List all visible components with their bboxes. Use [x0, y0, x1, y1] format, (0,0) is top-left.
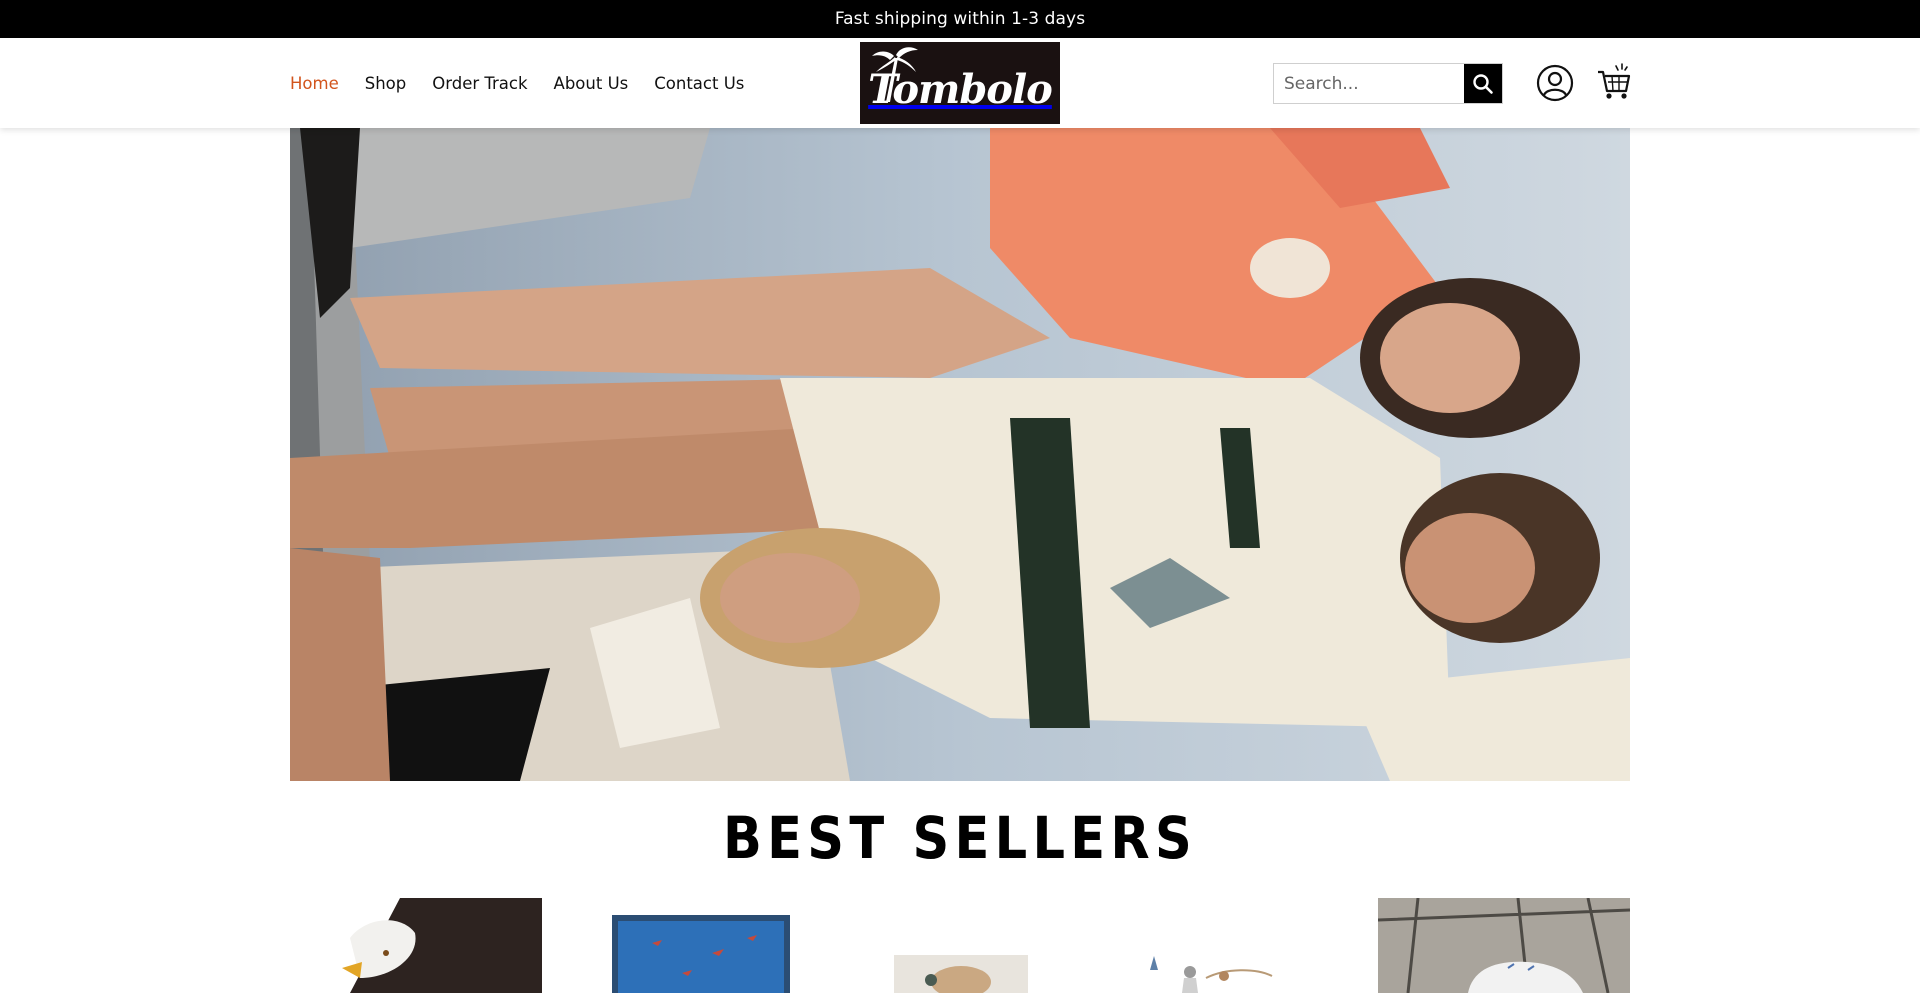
product-card[interactable]: [562, 898, 814, 993]
announcement-bar: Fast shipping within 1-3 days: [0, 0, 1920, 38]
account-button[interactable]: [1536, 64, 1574, 102]
hero-banner[interactable]: [290, 128, 1630, 781]
search-form: [1273, 63, 1503, 104]
product-card[interactable]: [290, 898, 542, 993]
announcement-text: Fast shipping within 1-3 days: [834, 9, 1086, 29]
site-header: Home Shop Order Track About Us Contact U…: [0, 38, 1920, 128]
product-card[interactable]: [834, 898, 1086, 993]
nav-home[interactable]: Home: [290, 74, 339, 93]
best-sellers-heading: BEST SELLERS: [722, 804, 1198, 872]
main-nav: Home Shop Order Track About Us Contact U…: [290, 38, 770, 128]
product-image-blue-shirt: [562, 898, 814, 993]
best-sellers-grid: [290, 898, 1630, 993]
search-button[interactable]: [1464, 64, 1502, 103]
nav-contact-us[interactable]: Contact Us: [654, 74, 744, 93]
shopping-cart-icon: [1598, 63, 1631, 99]
user-circle-icon: [1536, 64, 1574, 102]
nav-about-us[interactable]: About Us: [554, 74, 629, 93]
logo-text: Tombolo: [868, 65, 1053, 113]
product-image-fishing-shirt: [1106, 898, 1358, 993]
site-logo[interactable]: Tombolo: [860, 42, 1060, 124]
product-card[interactable]: [1378, 898, 1630, 993]
cart-button[interactable]: [1596, 62, 1632, 102]
product-image-beige-shirt: [834, 898, 1086, 993]
product-card[interactable]: [1106, 898, 1358, 993]
search-input[interactable]: [1274, 64, 1464, 103]
product-image-white-shirt: [1378, 898, 1630, 993]
product-image-eagle: [290, 898, 542, 993]
nav-order-track[interactable]: Order Track: [432, 74, 527, 93]
nav-shop[interactable]: Shop: [365, 74, 407, 93]
search-icon: [1473, 73, 1493, 94]
hero-image: [290, 128, 1630, 781]
